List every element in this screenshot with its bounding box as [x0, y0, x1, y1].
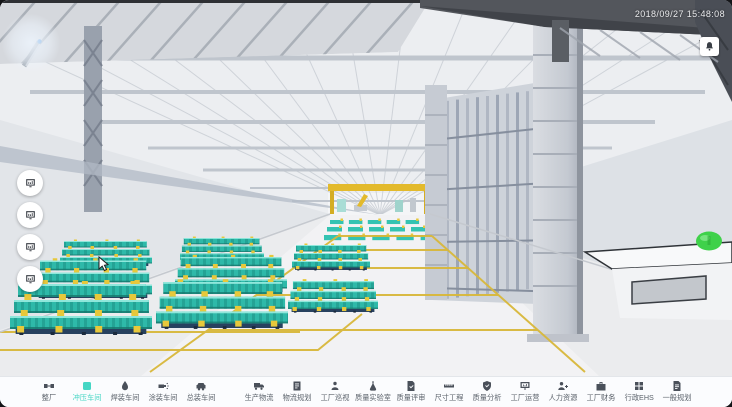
nav-item-label: 总装车间	[187, 393, 216, 403]
plan-icon	[291, 380, 303, 392]
nav-item-welding[interactable]: 焊装车间	[106, 380, 144, 404]
panel-icon	[24, 241, 37, 254]
notification-button[interactable]	[700, 37, 719, 56]
module-nav-group: 生产物流物流规划工厂巡视质量实验室质量评审尺寸工程质量分析工厂运营人力资源工厂财…	[240, 380, 696, 404]
status-marker[interactable]	[696, 232, 722, 251]
factory-3d-viewport[interactable]	[0, 0, 732, 407]
nav-item-label: 冲压车间	[73, 393, 102, 403]
assembly-icon	[195, 380, 207, 392]
stamping-icon	[81, 380, 93, 392]
nav-item-ruler[interactable]: 尺寸工程	[430, 380, 468, 404]
nav-item-label: 生产物流	[245, 393, 274, 403]
nav-item-ehs[interactable]: 行政EHS	[620, 380, 658, 404]
truck-icon	[253, 380, 265, 392]
left-lattice-column	[84, 26, 102, 212]
nav-item-label: 整厂	[42, 393, 56, 403]
nav-item-plan[interactable]: 物流规划	[278, 380, 316, 404]
panel-icon	[24, 209, 37, 222]
digital-twin-app: 2018/09/27 15:48:08 整厂 冲压车间焊装车间涂装车间总装车间 生…	[0, 0, 732, 407]
review-icon	[405, 380, 417, 392]
ruler-icon	[443, 380, 455, 392]
nav-item-operations[interactable]: 工厂运营	[506, 380, 544, 404]
nav-item-truck[interactable]: 生产物流	[240, 380, 278, 404]
nav-item-label: 物流规划	[283, 393, 312, 403]
hr-icon	[557, 380, 569, 392]
lab-icon	[367, 380, 379, 392]
nav-item-label: 一般规划	[663, 393, 692, 403]
timestamp: 2018/09/27 15:48:08	[635, 9, 725, 19]
ehs-icon	[633, 380, 645, 392]
nav-item-patrol[interactable]: 工厂巡视	[316, 380, 354, 404]
nav-item-assembly[interactable]: 总装车间	[182, 380, 220, 404]
operations-icon	[519, 380, 531, 392]
dashboard-panel-button-1[interactable]	[17, 170, 43, 196]
painting-icon	[157, 380, 169, 392]
nav-item-label: 尺寸工程	[435, 393, 464, 403]
factory-icon	[43, 380, 55, 392]
die-stack[interactable]	[292, 244, 370, 271]
finance-icon	[595, 380, 607, 392]
nav-item-label: 工厂巡视	[321, 393, 350, 403]
nav-item-label: 行政EHS	[624, 393, 653, 403]
nav-item-label: 工厂运营	[511, 393, 540, 403]
nav-item-hr[interactable]: 人力资源	[544, 380, 582, 404]
dashboard-panel-button-2[interactable]	[17, 202, 43, 228]
workshop-nav-group: 整厂 冲压车间焊装车间涂装车间总装车间	[30, 380, 220, 404]
main-right-column	[527, 22, 589, 342]
nav-item-factory[interactable]: 整厂	[30, 380, 68, 404]
nav-item-stamping[interactable]: 冲压车间	[68, 380, 106, 404]
nav-item-label: 涂装车间	[149, 393, 178, 403]
nav-item-lab[interactable]: 质量实验室	[354, 380, 392, 404]
nav-item-label: 质量评审	[397, 393, 426, 403]
nav-item-general-plan[interactable]: 一般规划	[658, 380, 696, 404]
nav-item-label: 焊装车间	[111, 393, 140, 403]
bottom-navigation: 整厂 冲压车间焊装车间涂装车间总装车间 生产物流物流规划工厂巡视质量实验室质量评审…	[0, 376, 732, 407]
panel-icon	[24, 273, 37, 286]
nav-item-painting[interactable]: 涂装车间	[144, 380, 182, 404]
nav-item-label: 工厂财务	[587, 393, 616, 403]
panel-icon	[24, 177, 37, 190]
shield-icon	[481, 380, 493, 392]
nav-item-finance[interactable]: 工厂财务	[582, 380, 620, 404]
bell-icon	[704, 41, 715, 52]
die-stack[interactable]	[288, 279, 378, 312]
nav-item-shield[interactable]: 质量分析	[468, 380, 506, 404]
nav-item-label: 质量分析	[473, 393, 502, 403]
die-stack[interactable]	[156, 279, 288, 329]
dashboard-panel-button-3[interactable]	[17, 234, 43, 260]
general-plan-icon	[671, 380, 683, 392]
nav-item-label: 人力资源	[549, 393, 578, 403]
nav-item-review[interactable]: 质量评审	[392, 380, 430, 404]
side-tool-buttons	[17, 170, 43, 292]
factory-3d-scene[interactable]	[0, 0, 732, 407]
welding-icon	[119, 380, 131, 392]
nav-item-label: 质量实验室	[355, 393, 391, 403]
dashboard-panel-button-4[interactable]	[17, 266, 43, 292]
patrol-icon	[329, 380, 341, 392]
